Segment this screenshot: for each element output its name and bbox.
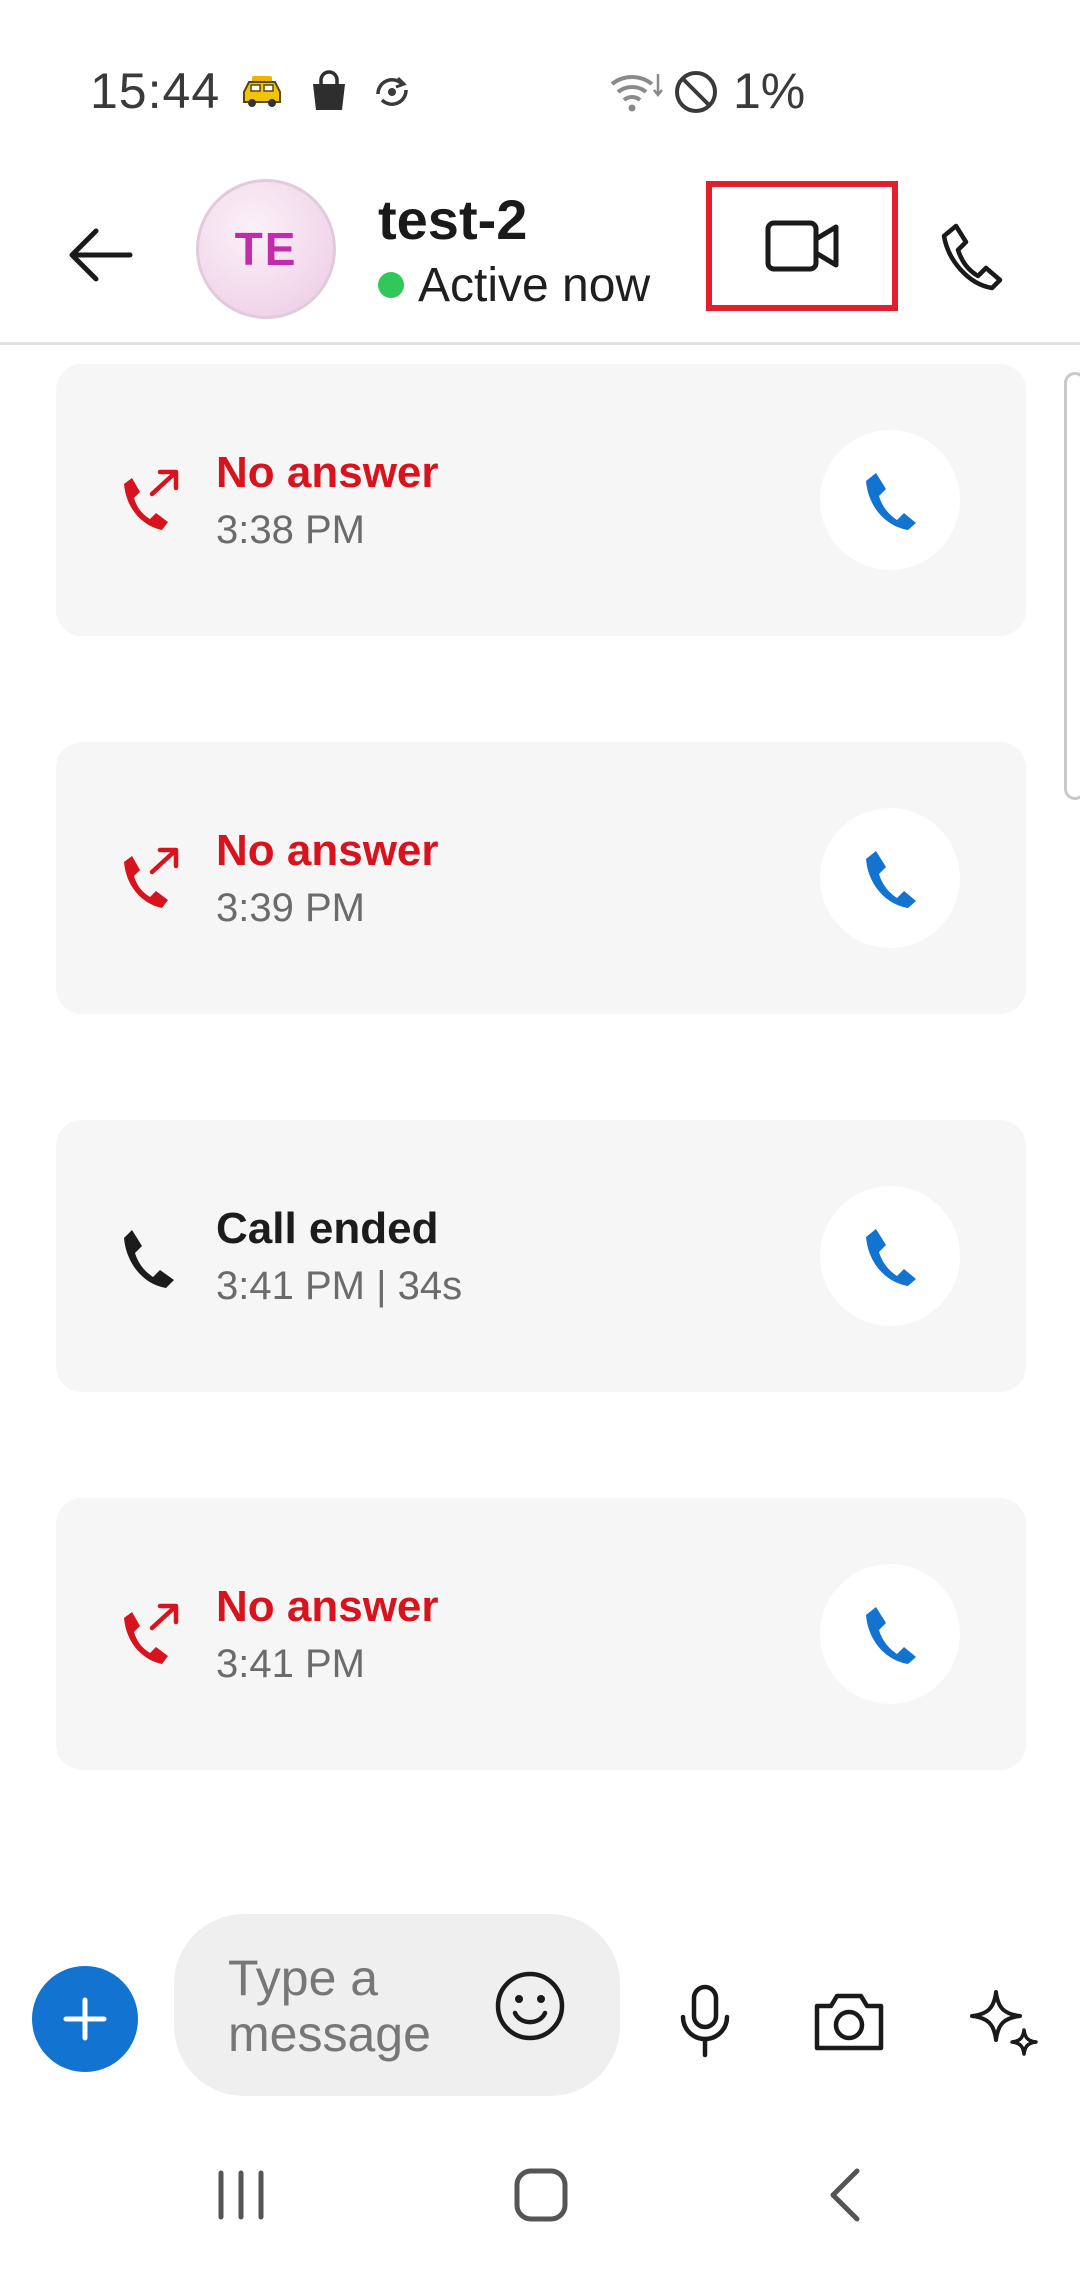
status-time: 15:44 xyxy=(90,63,221,119)
chat-header: TE test-2 Active now xyxy=(0,165,1080,345)
phone-icon xyxy=(866,1607,916,1664)
call-back-button[interactable] xyxy=(820,1564,960,1704)
call-status: No answer xyxy=(216,1582,439,1631)
taxi-icon xyxy=(243,76,281,107)
call-status: No answer xyxy=(216,826,439,875)
ai-assist-button[interactable] xyxy=(958,1976,1048,2066)
missed-call-outgoing-icon xyxy=(124,847,179,908)
presence-text: Active now xyxy=(418,258,651,312)
home-button[interactable] xyxy=(496,2150,586,2240)
contact-name[interactable]: test-2 xyxy=(378,187,527,252)
call-back-button[interactable] xyxy=(820,808,960,948)
call-time: 3:38 PM xyxy=(216,508,365,552)
call-card[interactable]: No answer 3:41 PM xyxy=(56,1498,1026,1770)
missed-call-outgoing-icon xyxy=(124,469,179,530)
recent-apps-button[interactable] xyxy=(196,2150,286,2240)
plus-icon xyxy=(63,1997,107,2041)
scrollbar[interactable] xyxy=(1064,372,1080,800)
home-icon xyxy=(514,2168,568,2222)
phone-icon xyxy=(866,1229,916,1286)
emoji-icon xyxy=(495,1971,565,2041)
avatar[interactable]: TE xyxy=(196,179,336,319)
voice-call-button[interactable] xyxy=(916,201,1026,311)
message-input[interactable]: Type a message xyxy=(174,1914,620,2096)
video-camera-icon xyxy=(765,220,839,272)
phone-icon xyxy=(866,851,916,908)
call-back-button[interactable] xyxy=(820,1186,960,1326)
call-card[interactable]: No answer 3:39 PM xyxy=(56,742,1026,1014)
call-time: 3:41 PM | 34s xyxy=(216,1264,463,1308)
call-card[interactable]: No answer 3:38 PM xyxy=(56,364,1026,636)
video-call-button[interactable] xyxy=(706,181,898,311)
nav-back-button[interactable] xyxy=(800,2150,890,2240)
wifi-icon xyxy=(610,74,663,112)
missed-call-outgoing-icon xyxy=(124,1603,179,1664)
status-bar: 15:44 1% xyxy=(0,0,1080,165)
chevron-left-icon xyxy=(830,2168,860,2222)
back-button[interactable] xyxy=(50,205,150,305)
add-attachment-button[interactable] xyxy=(32,1966,138,2072)
microphone-icon xyxy=(680,1984,730,2058)
emoji-button[interactable] xyxy=(490,1966,570,2046)
arrow-left-icon xyxy=(69,228,133,282)
phone-icon xyxy=(941,223,1003,291)
phone-icon xyxy=(866,473,916,530)
do-not-disturb-icon xyxy=(675,71,717,113)
call-card[interactable]: Call ended 3:41 PM | 34s xyxy=(56,1120,1026,1392)
call-status: No answer xyxy=(216,448,439,497)
call-time: 3:39 PM xyxy=(216,886,365,930)
camera-icon xyxy=(814,1993,884,2051)
call-back-button[interactable] xyxy=(820,430,960,570)
active-dot-icon xyxy=(378,272,404,298)
call-status: Call ended xyxy=(216,1204,439,1253)
message-placeholder: Type a message xyxy=(228,1950,431,2062)
voice-message-button[interactable] xyxy=(660,1976,750,2066)
call-time: 3:41 PM xyxy=(216,1642,365,1686)
camera-button[interactable] xyxy=(804,1976,894,2066)
call-ended-icon xyxy=(124,1230,174,1288)
presence-status: Active now xyxy=(378,255,650,315)
battery-level: 1% xyxy=(733,63,806,119)
sync-icon xyxy=(376,76,408,106)
recent-apps-icon xyxy=(218,2170,264,2220)
shopping-bag-icon xyxy=(313,70,345,110)
sparkle-icon xyxy=(970,1990,1038,2056)
